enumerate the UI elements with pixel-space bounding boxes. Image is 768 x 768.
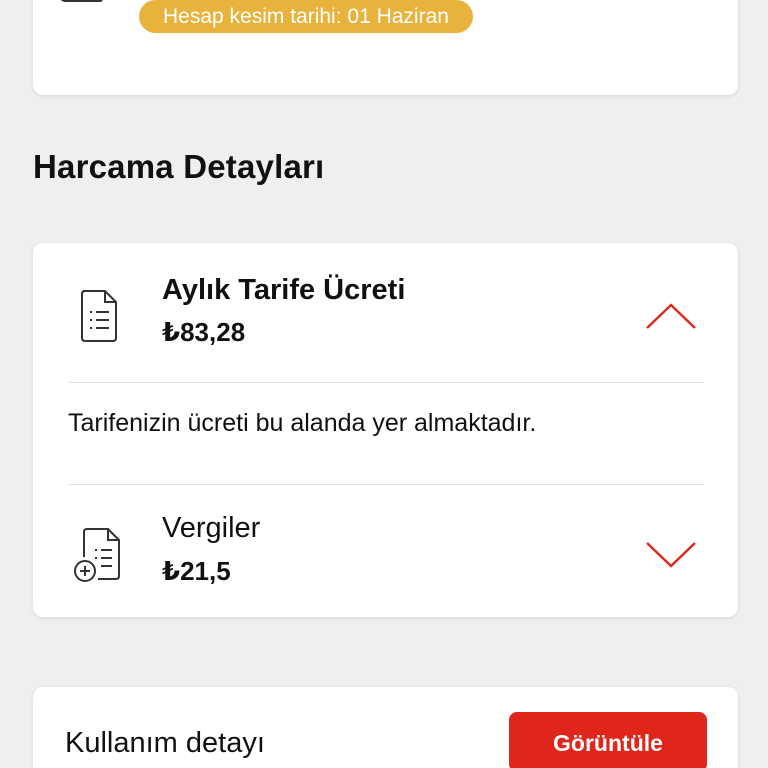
section-title: Harcama Detayları (33, 148, 325, 185)
spending-item-title: Aylık Tarife Ücreti (162, 274, 406, 306)
billing-card: Hesap kesim tarihi: 01 Haziran (33, 0, 738, 95)
usage-detail-card: Kullanım detayı Görüntüle (33, 687, 738, 768)
spending-details-card: Aylık Tarife Ücreti ₺83,28 Tarifenizin ü… (33, 243, 738, 617)
divider (68, 382, 704, 383)
document-plus-icon (74, 528, 120, 582)
chevron-up-icon[interactable] (645, 301, 697, 331)
divider (68, 484, 704, 485)
chevron-down-icon[interactable] (645, 540, 697, 570)
spending-item-title: Vergiler (162, 512, 261, 544)
document-icon (61, 0, 103, 2)
document-list-icon (81, 290, 117, 342)
view-button[interactable]: Görüntüle (509, 712, 707, 768)
spending-item-amount: ₺21,5 (162, 556, 231, 586)
billing-date-badge: Hesap kesim tarihi: 01 Haziran (139, 0, 473, 33)
spending-item-description: Tarifenizin ücreti bu alanda yer almakta… (68, 409, 537, 437)
spending-item-amount: ₺83,28 (162, 317, 246, 347)
usage-detail-label: Kullanım detayı (65, 727, 265, 759)
page: Hesap kesim tarihi: 01 Haziran Harcama D… (0, 0, 768, 768)
